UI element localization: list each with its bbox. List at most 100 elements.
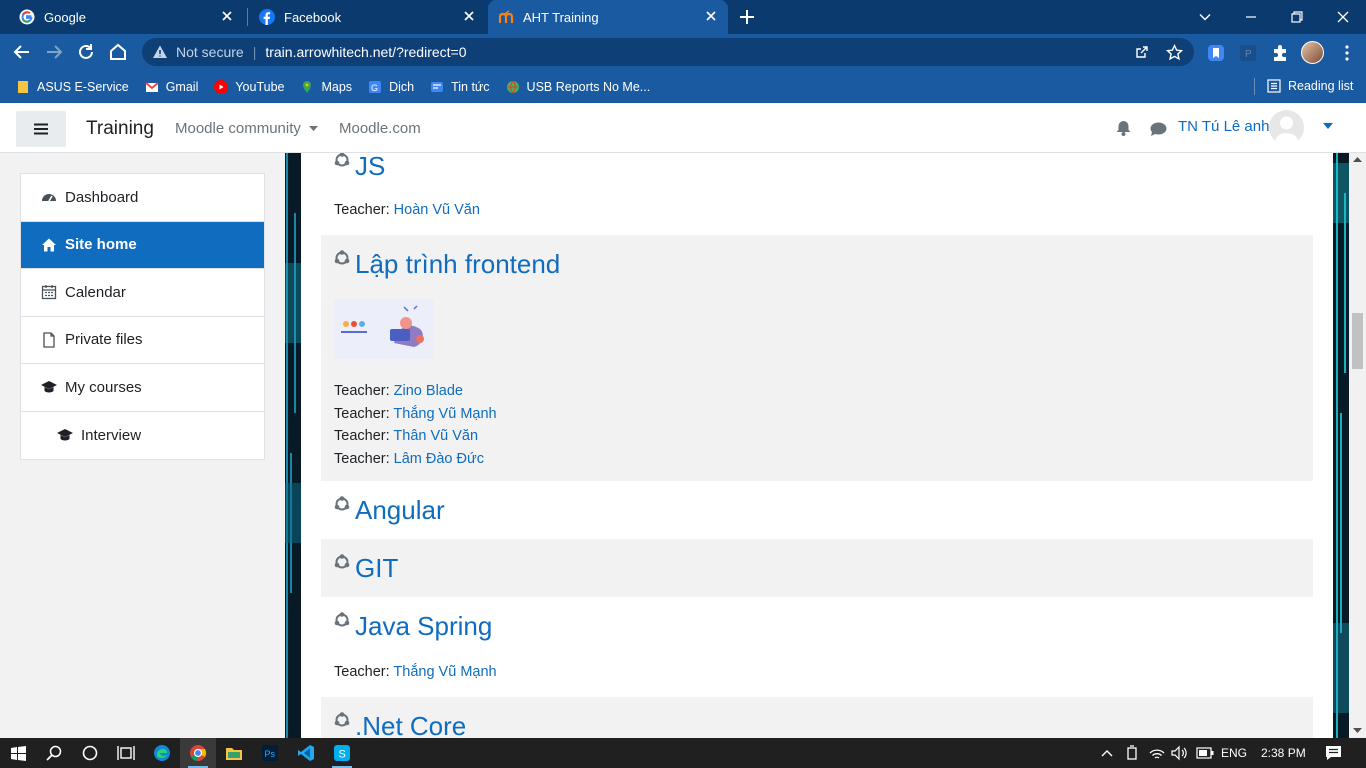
translate-icon: G [369,80,382,93]
wifi-icon[interactable] [1149,745,1165,761]
taskbar-chrome[interactable] [180,738,216,768]
menu-moodle-com[interactable]: Moodle.com [339,120,421,137]
course-title[interactable]: Angular [355,495,445,526]
system-clock[interactable]: 2:38 PM [1261,746,1306,760]
course-title[interactable]: Lập trình frontend [355,249,560,280]
extension-bookmark-icon[interactable] [1207,44,1225,62]
star-icon[interactable] [1166,43,1183,61]
minimize-button[interactable] [1228,0,1274,34]
bookmark-translate[interactable]: G Dịch [368,80,414,94]
reading-list-button[interactable]: Reading list [1267,79,1353,93]
course-title-row[interactable]: Java Spring [334,597,1313,655]
taskbar-vscode[interactable] [288,738,324,768]
start-button[interactable] [0,738,36,768]
course-title[interactable]: Java Spring [355,611,492,642]
profile-avatar[interactable] [1301,41,1324,64]
nav-site-home[interactable]: Site home [21,221,264,269]
battery-saver-icon[interactable] [1125,745,1139,761]
nav-my-courses[interactable]: My courses [21,364,264,412]
url-text[interactable]: train.arrowhitech.net/?redirect=0 [265,44,466,60]
teacher-link[interactable]: Thân Vũ Văn [393,428,478,444]
course-title[interactable]: JS [355,153,385,182]
messages-chat-icon[interactable] [1150,122,1167,137]
cortana-button[interactable] [72,738,108,768]
course-title-row[interactable]: Lập trình frontend [334,235,1313,293]
battery-icon[interactable] [1196,747,1214,759]
omnibox[interactable]: Not secure | train.arrowhitech.net/?redi… [142,38,1194,66]
scroll-up-arrow-icon[interactable] [1353,156,1362,162]
close-icon [1337,11,1349,23]
teacher-link[interactable]: Zino Blade [394,383,463,399]
teacher-label: Teacher: [334,405,390,422]
bookmark-gmail[interactable]: Gmail [145,80,198,94]
tab-search-button[interactable] [1182,0,1228,34]
page-scrollbar[interactable] [1349,153,1366,738]
show-hidden-icons-chevron-icon[interactable] [1101,748,1113,758]
volume-icon[interactable] [1171,745,1189,761]
bookmark-youtube[interactable]: YouTube [214,79,284,94]
bookmark-usb-reports[interactable]: USB Reports No Me... [506,80,650,94]
course-title-row[interactable]: JS [334,153,1313,191]
bookmark-maps[interactable]: Maps [300,80,352,94]
menu-moodle-community[interactable]: Moodle community [175,120,318,137]
home-icon[interactable] [108,42,128,62]
close-tab-icon[interactable] [704,9,718,23]
user-menu-caret-icon[interactable] [1323,123,1333,130]
search-button[interactable] [36,738,72,768]
course-title-row[interactable]: .Net Core [334,697,1313,738]
taskbar-edge[interactable] [144,738,180,768]
notifications-bell-icon[interactable] [1116,120,1131,136]
new-tab-button[interactable] [736,6,758,28]
teacher-line: Teacher: Thắng Vũ Mạnh [334,403,1313,426]
taskbar-file-explorer[interactable] [216,738,252,768]
teacher-line: Teacher: Thắng Vũ Mạnh [334,661,1313,684]
user-name[interactable]: TN Tú Lê anh [1178,118,1269,135]
course-title[interactable]: GIT [355,553,398,584]
teacher-line: Teacher: Hoàn Vũ Văn [334,199,1313,222]
teacher-link[interactable]: Thắng Vũ Mạnh [393,664,496,680]
course-title[interactable]: .Net Core [355,711,466,739]
taskbar-photoshop[interactable]: Ps [252,738,288,768]
task-view-button[interactable] [108,738,144,768]
teacher-label: Teacher: [334,202,390,218]
extensions-puzzle-icon[interactable] [1271,44,1289,62]
background-image-right [1333,153,1349,738]
close-tab-icon[interactable] [220,9,234,23]
teacher-link[interactable]: Hoàn Vũ Văn [394,202,480,218]
action-center-icon[interactable] [1325,745,1342,761]
course-title-row[interactable]: GIT [334,539,1313,597]
close-window-button[interactable] [1320,0,1366,34]
scrollbar-thumb[interactable] [1352,313,1363,369]
nav-private-files[interactable]: Private files [21,317,264,364]
teacher-link[interactable]: Lâm Đào Đức [394,451,484,467]
reload-icon[interactable] [76,42,96,62]
back-icon[interactable] [12,42,32,62]
security-label[interactable]: Not secure [176,44,244,60]
facebook-icon [259,9,275,25]
user-avatar[interactable] [1269,110,1304,145]
drawer-toggle-button[interactable] [16,111,66,147]
graduation-cap-icon [41,381,57,393]
site-name[interactable]: Training [86,118,154,140]
restore-button[interactable] [1274,0,1320,34]
browser-tab-google[interactable]: Google [8,0,244,34]
extension-p-icon[interactable]: P [1239,44,1257,62]
more-menu-icon[interactable] [1338,44,1356,62]
teacher-link[interactable]: Thắng Vũ Mạnh [393,406,496,422]
input-language[interactable]: ENG [1221,746,1247,760]
course-image[interactable] [334,299,434,359]
nav-calendar[interactable]: Calendar [21,269,264,317]
course-icon [334,496,350,511]
browser-tab-aht-training[interactable]: AHT Training [488,0,728,34]
nav-dashboard[interactable]: Dashboard [21,174,264,222]
nav-course-interview[interactable]: Interview [21,412,264,460]
bookmark-asus[interactable]: ASUS E-Service [16,80,129,94]
forward-icon[interactable] [44,42,64,62]
scroll-down-arrow-icon[interactable] [1353,728,1362,734]
close-tab-icon[interactable] [462,9,476,23]
bookmark-news[interactable]: Tin tức [430,80,490,94]
share-icon[interactable] [1134,44,1150,60]
course-title-row[interactable]: Angular [334,481,1313,539]
browser-tab-facebook[interactable]: Facebook [250,0,486,34]
taskbar-skype[interactable]: S [324,738,360,768]
